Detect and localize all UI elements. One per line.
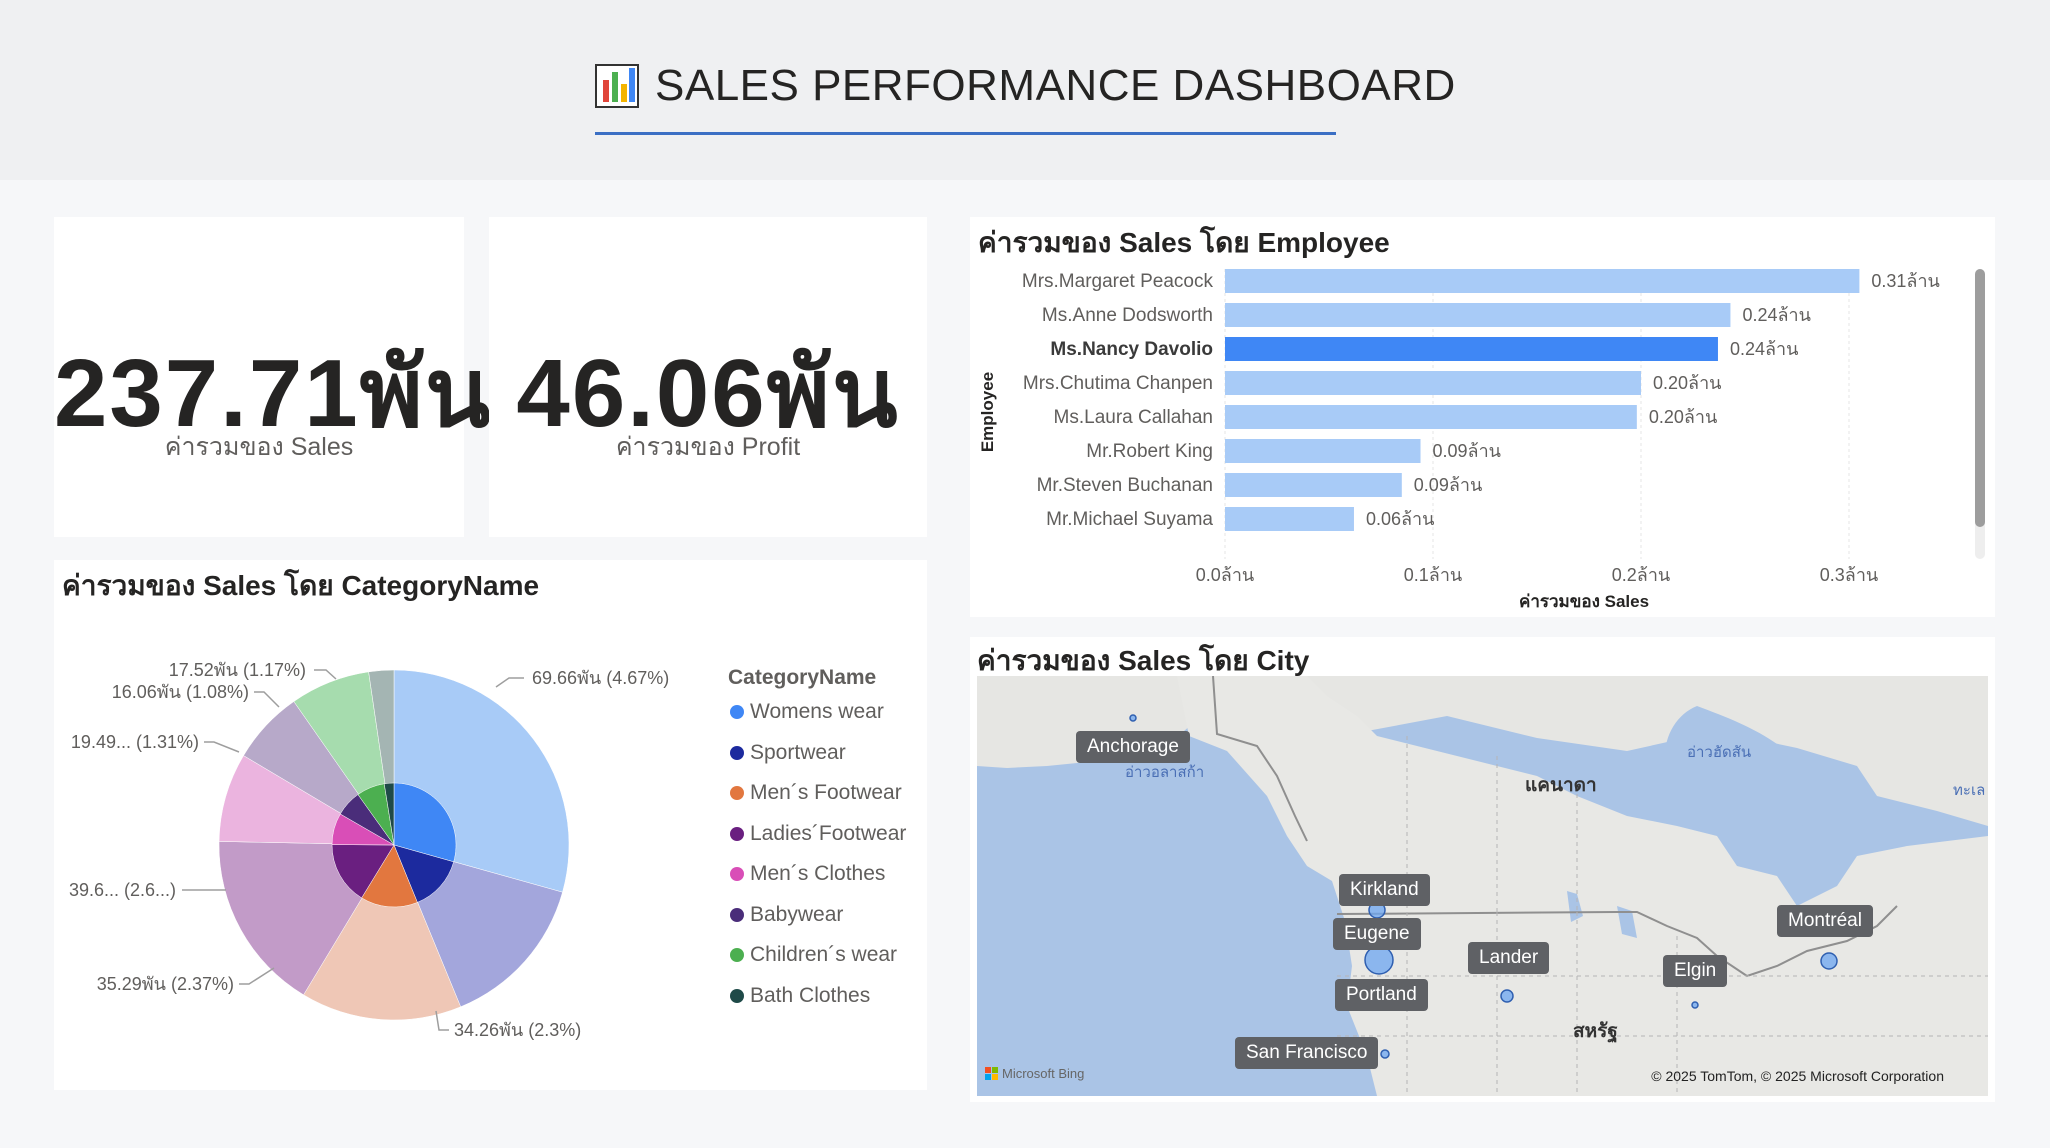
city-label-kirkland[interactable]: Kirkland — [1339, 874, 1430, 906]
legend-dot-icon — [730, 867, 744, 881]
kpi-sales-label: ค่ารวมของ Sales — [164, 433, 354, 461]
y-tick-label: Mrs.Margaret Peacock — [1022, 271, 1214, 292]
city-label-eugene[interactable]: Eugene — [1333, 918, 1421, 950]
microsoft-logo-icon — [985, 1067, 998, 1080]
legend-label: Sportwear — [750, 740, 846, 764]
bar[interactable] — [1225, 507, 1354, 531]
city-label-elgin[interactable]: Elgin — [1663, 955, 1728, 987]
bar-data-label: 0.20ล้าน — [1649, 407, 1717, 427]
legend-item[interactable]: Men´s Footwear — [730, 781, 902, 805]
scrollbar-thumb[interactable] — [1975, 269, 1985, 527]
y-tick-label: Ms.Anne Dodsworth — [1042, 305, 1213, 326]
x-tick-label: 0.0ล้าน — [1196, 565, 1254, 585]
legend-item[interactable]: Bath Clothes — [730, 984, 870, 1008]
city-label-montreal[interactable]: Montréal — [1777, 905, 1873, 937]
legend-dot-icon — [730, 826, 744, 841]
y-axis-title: Employee — [978, 372, 997, 452]
x-tick-label: 0.3ล้าน — [1820, 565, 1878, 585]
legend-dot-icon — [730, 988, 744, 1003]
bar-data-label: 0.24ล้าน — [1742, 305, 1810, 325]
bing-logo: Microsoft Bing — [985, 1066, 1084, 1081]
y-tick-label: Mr.Robert King — [1086, 441, 1213, 462]
y-tick-label: Ms.Laura Callahan — [1054, 407, 1213, 428]
city-label-lander[interactable]: Lander — [1468, 942, 1550, 974]
leader-line — [254, 691, 280, 708]
city-label-san-francisco[interactable]: San Francisco — [1235, 1037, 1379, 1069]
legend-title: CategoryName — [728, 666, 877, 689]
bar-data-label: 0.09ล้าน — [1414, 475, 1482, 495]
leader-line — [239, 967, 275, 985]
legend-dot-icon — [730, 705, 744, 719]
city-bubble[interactable] — [1691, 1001, 1699, 1009]
bar[interactable] — [1225, 337, 1718, 361]
city-bubble[interactable] — [1500, 989, 1514, 1003]
category-chart-card[interactable]: ค่ารวมของ Sales โดย CategoryName 69.66พั… — [54, 560, 927, 1090]
legend-label: Men´s Footwear — [750, 781, 902, 804]
bar-data-label: 0.31ล้าน — [1871, 271, 1939, 291]
legend-label: Babywear — [750, 902, 844, 926]
bar-data-label: 0.06ล้าน — [1366, 509, 1434, 529]
bar[interactable] — [1225, 405, 1637, 429]
kpi-profit-label: ค่ารวมของ Profit — [615, 433, 801, 461]
map-attribution: © 2025 TomTom, © 2025 Microsoft Corporat… — [1651, 1068, 1944, 1084]
title-underline — [595, 132, 1336, 135]
legend-dot-icon — [730, 786, 744, 800]
bar-data-label: 0.09ล้าน — [1433, 441, 1501, 461]
y-tick-label: Mrs.Chutima Chanpen — [1023, 373, 1213, 394]
leader-line — [495, 677, 524, 688]
city-label-portland[interactable]: Portland — [1335, 979, 1428, 1011]
legend-item[interactable]: Babywear — [730, 903, 843, 927]
dashboard-title: SALES PERFORMANCE DASHBOARD — [595, 61, 1456, 110]
city-bubble[interactable] — [1380, 1049, 1390, 1059]
leader-line — [314, 669, 337, 680]
slice-data-label: 16.06พัน (1.08%) — [112, 682, 249, 702]
page-title: SALES PERFORMANCE DASHBOARD — [655, 61, 1456, 110]
slice-data-label: 39.6... (2.6...) — [69, 880, 176, 900]
bar[interactable] — [1225, 269, 1860, 293]
legend-dot-icon — [730, 948, 744, 962]
legend-label: Men´s Clothes — [750, 862, 886, 885]
slice-data-label: 35.29พัน (2.37%) — [97, 974, 234, 994]
slice-data-label: 17.52พัน (1.17%) — [169, 660, 306, 680]
legend-label: Ladies´Footwear — [750, 821, 907, 845]
slice-data-label: 34.26พัน (2.3%) — [454, 1020, 581, 1040]
city-bubble[interactable] — [1129, 714, 1137, 722]
legend-item[interactable]: Men´s Clothes — [730, 862, 885, 886]
bar-data-label: 0.24ล้าน — [1730, 339, 1798, 359]
x-tick-label: 0.1ล้าน — [1404, 565, 1462, 585]
bar[interactable] — [1225, 303, 1731, 327]
legend-item[interactable]: Sportwear — [730, 741, 846, 765]
legend-dot-icon — [730, 745, 744, 760]
y-tick-label: Mr.Steven Buchanan — [1037, 475, 1213, 496]
x-axis-title: ค่ารวมของ Sales — [1519, 592, 1649, 611]
employee-bar-chart: Employee ค่ารวมของ Sales Mrs.Margaret Pe… — [978, 269, 1985, 611]
y-tick-label: Mr.Michael Suyama — [1046, 509, 1213, 530]
legend-label: Womens wear — [750, 700, 884, 723]
leader-line — [204, 741, 240, 753]
legend-label: Bath Clothes — [750, 983, 871, 1007]
kpi-card-profit[interactable]: 46.06พัน ค่ารวมของ Profit — [489, 217, 927, 537]
kpi-card-sales[interactable]: 237.71พัน ค่ารวมของ Sales — [54, 217, 491, 537]
legend-label: Children´s wear — [750, 943, 898, 966]
slice-data-label: 69.66พัน (4.67%) — [532, 668, 669, 688]
bar[interactable] — [1225, 473, 1402, 497]
bar[interactable] — [1225, 371, 1641, 395]
city-label-anchorage[interactable]: Anchorage — [1076, 731, 1190, 763]
bing-label: Microsoft Bing — [1002, 1066, 1085, 1081]
legend-item[interactable]: Womens wear — [730, 700, 884, 724]
bar[interactable] — [1225, 439, 1421, 463]
y-tick-label: Ms.Nancy Davolio — [1050, 339, 1213, 360]
city-bubble[interactable] — [1820, 952, 1838, 970]
employee-chart-card[interactable]: ค่ารวมของ Sales โดย Employee Employee ค่… — [970, 217, 1995, 617]
bar-chart-icon — [595, 64, 639, 108]
bar-data-label: 0.20ล้าน — [1653, 373, 1721, 393]
legend-item[interactable]: Ladies´Footwear — [730, 822, 906, 846]
x-tick-label: 0.2ล้าน — [1612, 565, 1670, 585]
slice-data-label: 19.49... (1.31%) — [71, 732, 199, 752]
legend-item[interactable]: Children´s wear — [730, 943, 897, 967]
city-map[interactable]: อ่าวอลาสก้า อ่าวฮัดสัน ทะเล แคนาดา สหรัฐ… — [977, 676, 1988, 1096]
legend-dot-icon — [730, 907, 744, 922]
city-bubble[interactable] — [1364, 945, 1394, 975]
